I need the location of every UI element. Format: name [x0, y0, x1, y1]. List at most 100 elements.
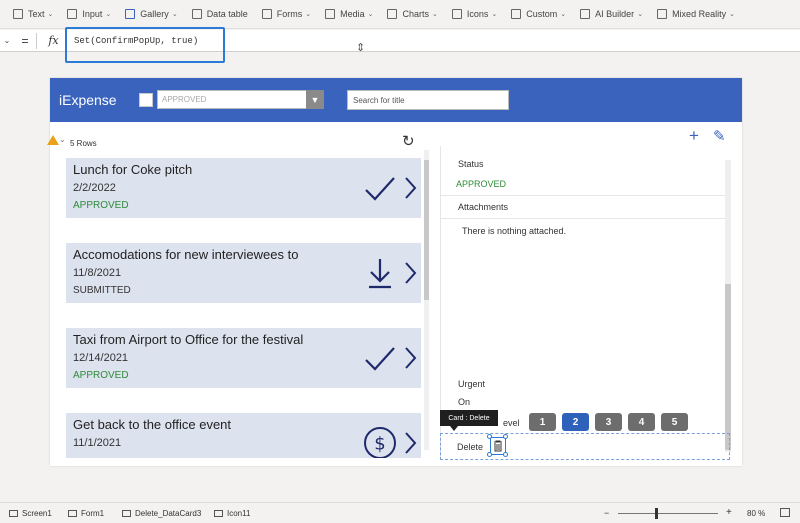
- ribbon-text-button[interactable]: Text ⌄: [6, 3, 60, 25]
- insert-ribbon: Text ⌄ Input ⌄ Gallery ⌄ Data table Forms ⌄ …: [0, 0, 800, 29]
- breadcrumb-icon11[interactable]: Icon11: [214, 509, 250, 518]
- chevron-down-icon: ⌄: [3, 36, 11, 45]
- item-status: APPROVED: [73, 200, 129, 211]
- selection-handle[interactable]: [487, 452, 492, 457]
- urgent-toggle-value[interactable]: On: [458, 397, 470, 407]
- ribbon-mixed-reality-button[interactable]: Mixed Reality ⌄: [650, 3, 742, 25]
- selection-handle[interactable]: [503, 434, 508, 439]
- ribbon-ai-builder-button[interactable]: AI Builder ⌄: [573, 3, 650, 25]
- ribbon-charts-button[interactable]: Charts ⌄: [380, 3, 444, 25]
- property-dropdown[interactable]: ⌄: [0, 30, 14, 52]
- priority-button-5[interactable]: 5: [661, 413, 688, 431]
- chevron-down-icon[interactable]: ⌄: [59, 135, 66, 144]
- chevron-right-icon[interactable]: [402, 344, 418, 372]
- selection-handle[interactable]: [487, 434, 492, 439]
- gallery-scrollbar[interactable]: [424, 150, 429, 450]
- zoom-out-button[interactable]: −: [604, 508, 609, 518]
- zoom-level: 80 %: [747, 509, 766, 518]
- mixed-reality-icon: [657, 9, 668, 19]
- status-filter-dropdown[interactable]: APPROVED: [157, 90, 324, 109]
- selection-handle[interactable]: [503, 452, 508, 457]
- breadcrumb-delete-datacard3[interactable]: Delete_DataCard3: [122, 509, 201, 518]
- ribbon-custom-button[interactable]: Custom ⌄: [504, 3, 573, 25]
- list-item[interactable]: Taxi from Airport to Office for the fest…: [66, 328, 421, 388]
- text-icon: [13, 9, 23, 19]
- ribbon-icons-button[interactable]: Icons ⌄: [445, 3, 504, 25]
- chevron-down-icon: ⌄: [637, 11, 644, 18]
- priority-button-1[interactable]: 1: [529, 413, 556, 431]
- chart-icon: [387, 9, 398, 19]
- priority-label: evel: [503, 418, 520, 428]
- list-item[interactable]: Get back to the office event 11/1/2021 $: [66, 413, 421, 458]
- gallery-icon: [125, 9, 136, 19]
- list-item[interactable]: Lunch for Coke pitch 2/2/2022 APPROVED: [66, 158, 421, 218]
- edit-icon[interactable]: ✎: [713, 127, 726, 145]
- item-date: 2/2/2022: [73, 182, 116, 194]
- form-icon: [68, 510, 77, 517]
- ribbon-gallery-button[interactable]: Gallery ⌄: [118, 3, 184, 25]
- chevron-down-icon: ⌄: [305, 11, 312, 18]
- resize-handle-icon[interactable]: ⇕: [356, 41, 365, 54]
- urgent-label: Urgent: [458, 379, 486, 389]
- item-title: Taxi from Airport to Office for the fest…: [73, 332, 304, 347]
- item-date: 12/14/2021: [73, 352, 129, 364]
- svg-text:$: $: [374, 434, 385, 455]
- app-canvas: iExpense APPROVED ▼ Search for title ⌄ 5…: [47, 78, 742, 466]
- forms-icon: [261, 9, 272, 19]
- chevron-down-icon: ⌄: [491, 11, 498, 18]
- warning-icon[interactable]: [47, 135, 59, 145]
- zoom-slider-thumb[interactable]: [655, 508, 658, 519]
- breadcrumb-form1[interactable]: Form1: [68, 509, 104, 518]
- divider: [441, 218, 726, 219]
- search-input[interactable]: Search for title: [347, 90, 509, 110]
- check-icon[interactable]: [362, 340, 398, 376]
- chevron-right-icon[interactable]: [402, 429, 418, 457]
- zoom-in-button[interactable]: +: [726, 507, 732, 518]
- item-date: 11/1/2021: [73, 437, 122, 449]
- chevron-down-icon: ⌄: [432, 11, 438, 18]
- delete-data-card[interactable]: Delete: [440, 433, 730, 460]
- equals-sign: =: [21, 33, 29, 48]
- ribbon-media-button[interactable]: Media ⌄: [318, 3, 380, 25]
- scrollbar-thumb[interactable]: [725, 284, 731, 450]
- fx-button[interactable]: fx: [36, 32, 70, 49]
- app-header: iExpense APPROVED ▼ Search for title: [50, 78, 742, 122]
- priority-button-3[interactable]: 3: [595, 413, 622, 431]
- icons-icon: [451, 9, 462, 19]
- icon-icon: [214, 510, 223, 517]
- chevron-down-icon[interactable]: ▼: [306, 90, 324, 109]
- screen-icon: [9, 510, 18, 517]
- download-icon[interactable]: [362, 255, 398, 291]
- ribbon-data-table-button[interactable]: Data table: [185, 3, 255, 25]
- media-icon: [325, 9, 336, 19]
- ribbon-input-button[interactable]: Input ⌄: [60, 3, 118, 25]
- ribbon-forms-button[interactable]: Forms ⌄: [255, 3, 318, 25]
- form-scrollbar[interactable]: [725, 160, 731, 452]
- add-icon[interactable]: +: [689, 126, 699, 146]
- chevron-down-icon: ⌄: [367, 11, 374, 18]
- chevron-down-icon: ⌄: [729, 11, 735, 18]
- check-icon[interactable]: [362, 170, 398, 206]
- divider: [441, 195, 726, 196]
- formula-input[interactable]: Set(ConfirmPopUp, true): [70, 36, 198, 46]
- attachments-label: Attachments: [458, 202, 509, 212]
- item-title: Accomodations for new interviewees to: [73, 247, 299, 262]
- chevron-right-icon[interactable]: [402, 174, 418, 202]
- refresh-icon[interactable]: ↻: [402, 132, 415, 150]
- priority-button-4[interactable]: 4: [628, 413, 655, 431]
- scrollbar-thumb[interactable]: [424, 160, 429, 300]
- app-title: iExpense: [59, 92, 117, 108]
- filter-checkbox[interactable]: [139, 93, 153, 107]
- chevron-right-icon[interactable]: [402, 259, 418, 287]
- zoom-slider[interactable]: [618, 513, 718, 514]
- status-label: Status: [458, 159, 484, 169]
- table-icon: [191, 9, 202, 19]
- priority-button-2[interactable]: 2: [562, 413, 589, 431]
- chevron-down-icon: ⌄: [560, 11, 567, 18]
- expense-gallery: Lunch for Coke pitch 2/2/2022 APPROVED A…: [66, 158, 421, 458]
- item-status: APPROVED: [73, 370, 129, 381]
- list-item[interactable]: Accomodations for new interviewees to 11…: [66, 243, 421, 303]
- dollar-icon[interactable]: $: [362, 425, 398, 458]
- breadcrumb-screen1[interactable]: Screen1: [9, 509, 52, 518]
- fit-to-window-icon[interactable]: [780, 508, 790, 517]
